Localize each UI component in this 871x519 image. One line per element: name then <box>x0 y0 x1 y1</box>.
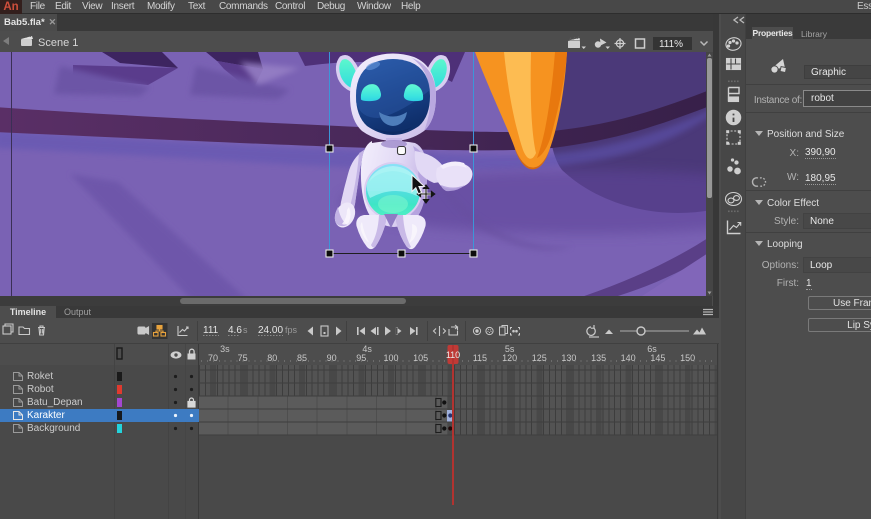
svg-text:4.6: 4.6 <box>228 325 242 336</box>
svg-text:111%: 111% <box>659 39 683 50</box>
svg-text:111: 111 <box>203 325 219 336</box>
svg-text:fps: fps <box>285 325 298 335</box>
svg-text:Scene 1: Scene 1 <box>38 37 78 49</box>
svg-text:s: s <box>243 325 248 335</box>
svg-text:24.00: 24.00 <box>258 325 283 336</box>
